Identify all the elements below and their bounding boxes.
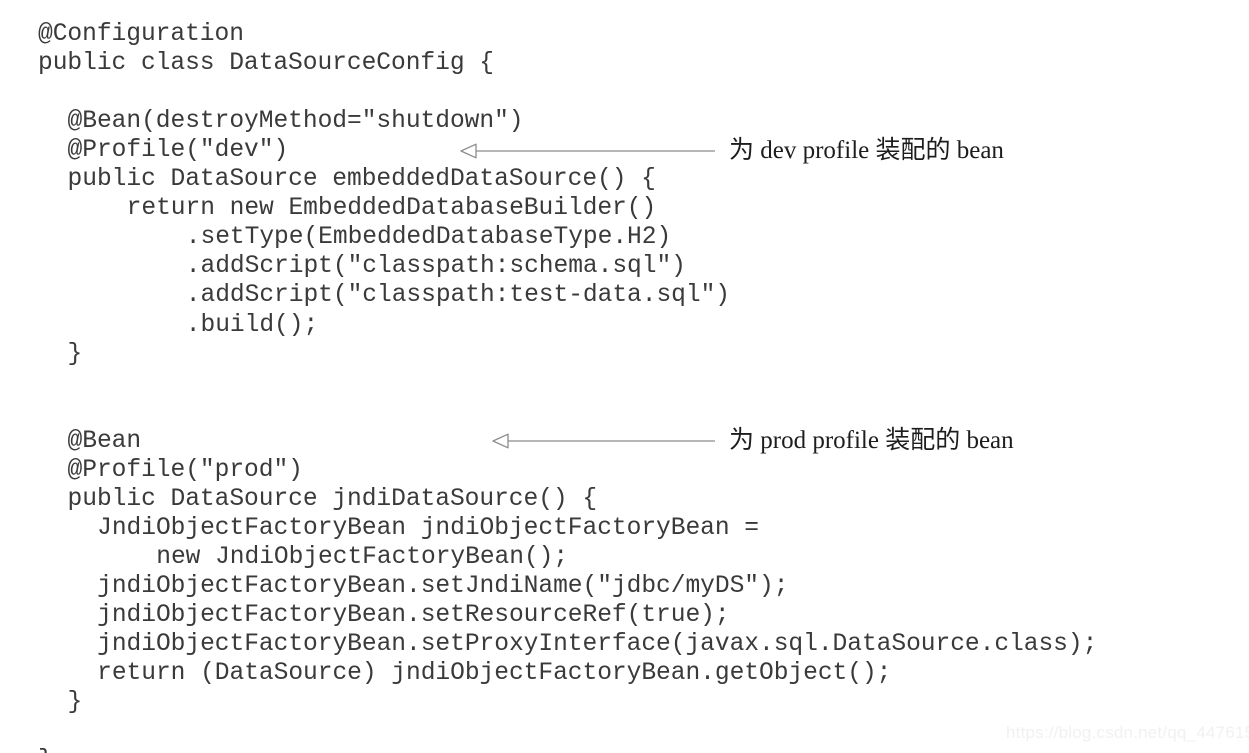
code-line: return new EmbeddedDatabaseBuilder() <box>0 194 1249 223</box>
code-line: @Configuration <box>0 20 1249 49</box>
code-line: .setType(EmbeddedDatabaseType.H2) <box>0 223 1249 252</box>
left-arrow-icon <box>492 433 715 449</box>
code-figure: @Configuration public class DataSourceCon… <box>0 0 1249 753</box>
code-line-text: JndiObjectFactoryBean jndiObjectFactoryB… <box>97 514 759 542</box>
code-line-text: @Bean <box>67 427 142 455</box>
code-line-text: public class DataSourceConfig { <box>38 50 494 78</box>
code-line: public class DataSourceConfig { <box>0 49 1249 78</box>
code-line: jndiObjectFactoryBean.setJndiName("jdbc/… <box>0 572 1249 601</box>
code-line-text: @Configuration <box>38 21 244 48</box>
code-line-text: .addScript("classpath:schema.sql") <box>185 253 686 281</box>
code-line: } <box>0 340 1249 369</box>
code-line-text: jndiObjectFactoryBean.setProxyInterface(… <box>97 631 1098 659</box>
code-line-text: } <box>38 746 53 753</box>
code-line: jndiObjectFactoryBean.setProxyInterface(… <box>0 630 1249 659</box>
code-line-text: .addScript("classpath:test-data.sql") <box>185 282 731 310</box>
code-line: .addScript("classpath:schema.sql") <box>0 252 1249 281</box>
code-line-text: } <box>67 689 83 717</box>
code-line-text: .setType(EmbeddedDatabaseType.H2) <box>185 224 672 252</box>
code-line: } <box>0 746 1249 753</box>
code-line-text: public DataSource embeddedDataSource() { <box>67 166 656 194</box>
code-line-text: return new EmbeddedDatabaseBuilder() <box>126 195 657 223</box>
code-line-text: .build(); <box>185 311 319 339</box>
watermark: https://blog.csdn.net/qq_44761507 <box>1006 723 1249 742</box>
code-line: .addScript("classpath:test-data.sql") <box>0 281 1249 310</box>
code-line-text: public DataSource jndiDataSource() { <box>67 485 598 513</box>
code-line: return (DataSource) jndiObjectFactoryBea… <box>0 659 1249 688</box>
code-line: jndiObjectFactoryBean.setResourceRef(tru… <box>0 601 1249 630</box>
code-line-text: jndiObjectFactoryBean.setJndiName("jdbc/… <box>97 572 789 600</box>
code-line-text: @Profile("prod") <box>67 456 303 484</box>
code-line-text: jndiObjectFactoryBean.setResourceRef(tru… <box>97 602 730 629</box>
code-line: new JndiObjectFactoryBean(); <box>0 543 1249 572</box>
code-line-text: @Profile("dev") <box>67 137 289 165</box>
dev-profile-callout: 为 dev profile 装配的 bean <box>459 135 1004 167</box>
code-line: public DataSource embeddedDataSource() { <box>0 165 1249 194</box>
prod-profile-callout-label: 为 prod profile 装配的 bean <box>729 427 1014 454</box>
dev-profile-callout-label: 为 dev profile 装配的 bean <box>729 137 1004 164</box>
code-line-text: @Bean(destroyMethod="shutdown") <box>67 108 524 136</box>
left-arrow-icon <box>460 143 715 159</box>
code-line: public DataSource jndiDataSource() { <box>0 485 1249 514</box>
code-line-text: new JndiObjectFactoryBean(); <box>156 543 569 571</box>
code-line: JndiObjectFactoryBean jndiObjectFactoryB… <box>0 514 1249 543</box>
code-line-text: return (DataSource) jndiObjectFactoryBea… <box>97 660 892 688</box>
code-line: } <box>0 688 1249 717</box>
prod-profile-callout: 为 prod profile 装配的 bean <box>491 425 1014 457</box>
code-line-text: } <box>67 340 83 368</box>
code-line: @Bean(destroyMethod="shutdown") <box>0 107 1249 136</box>
code-line: .build(); <box>0 311 1249 340</box>
code-line: @Profile("prod") <box>0 456 1249 485</box>
